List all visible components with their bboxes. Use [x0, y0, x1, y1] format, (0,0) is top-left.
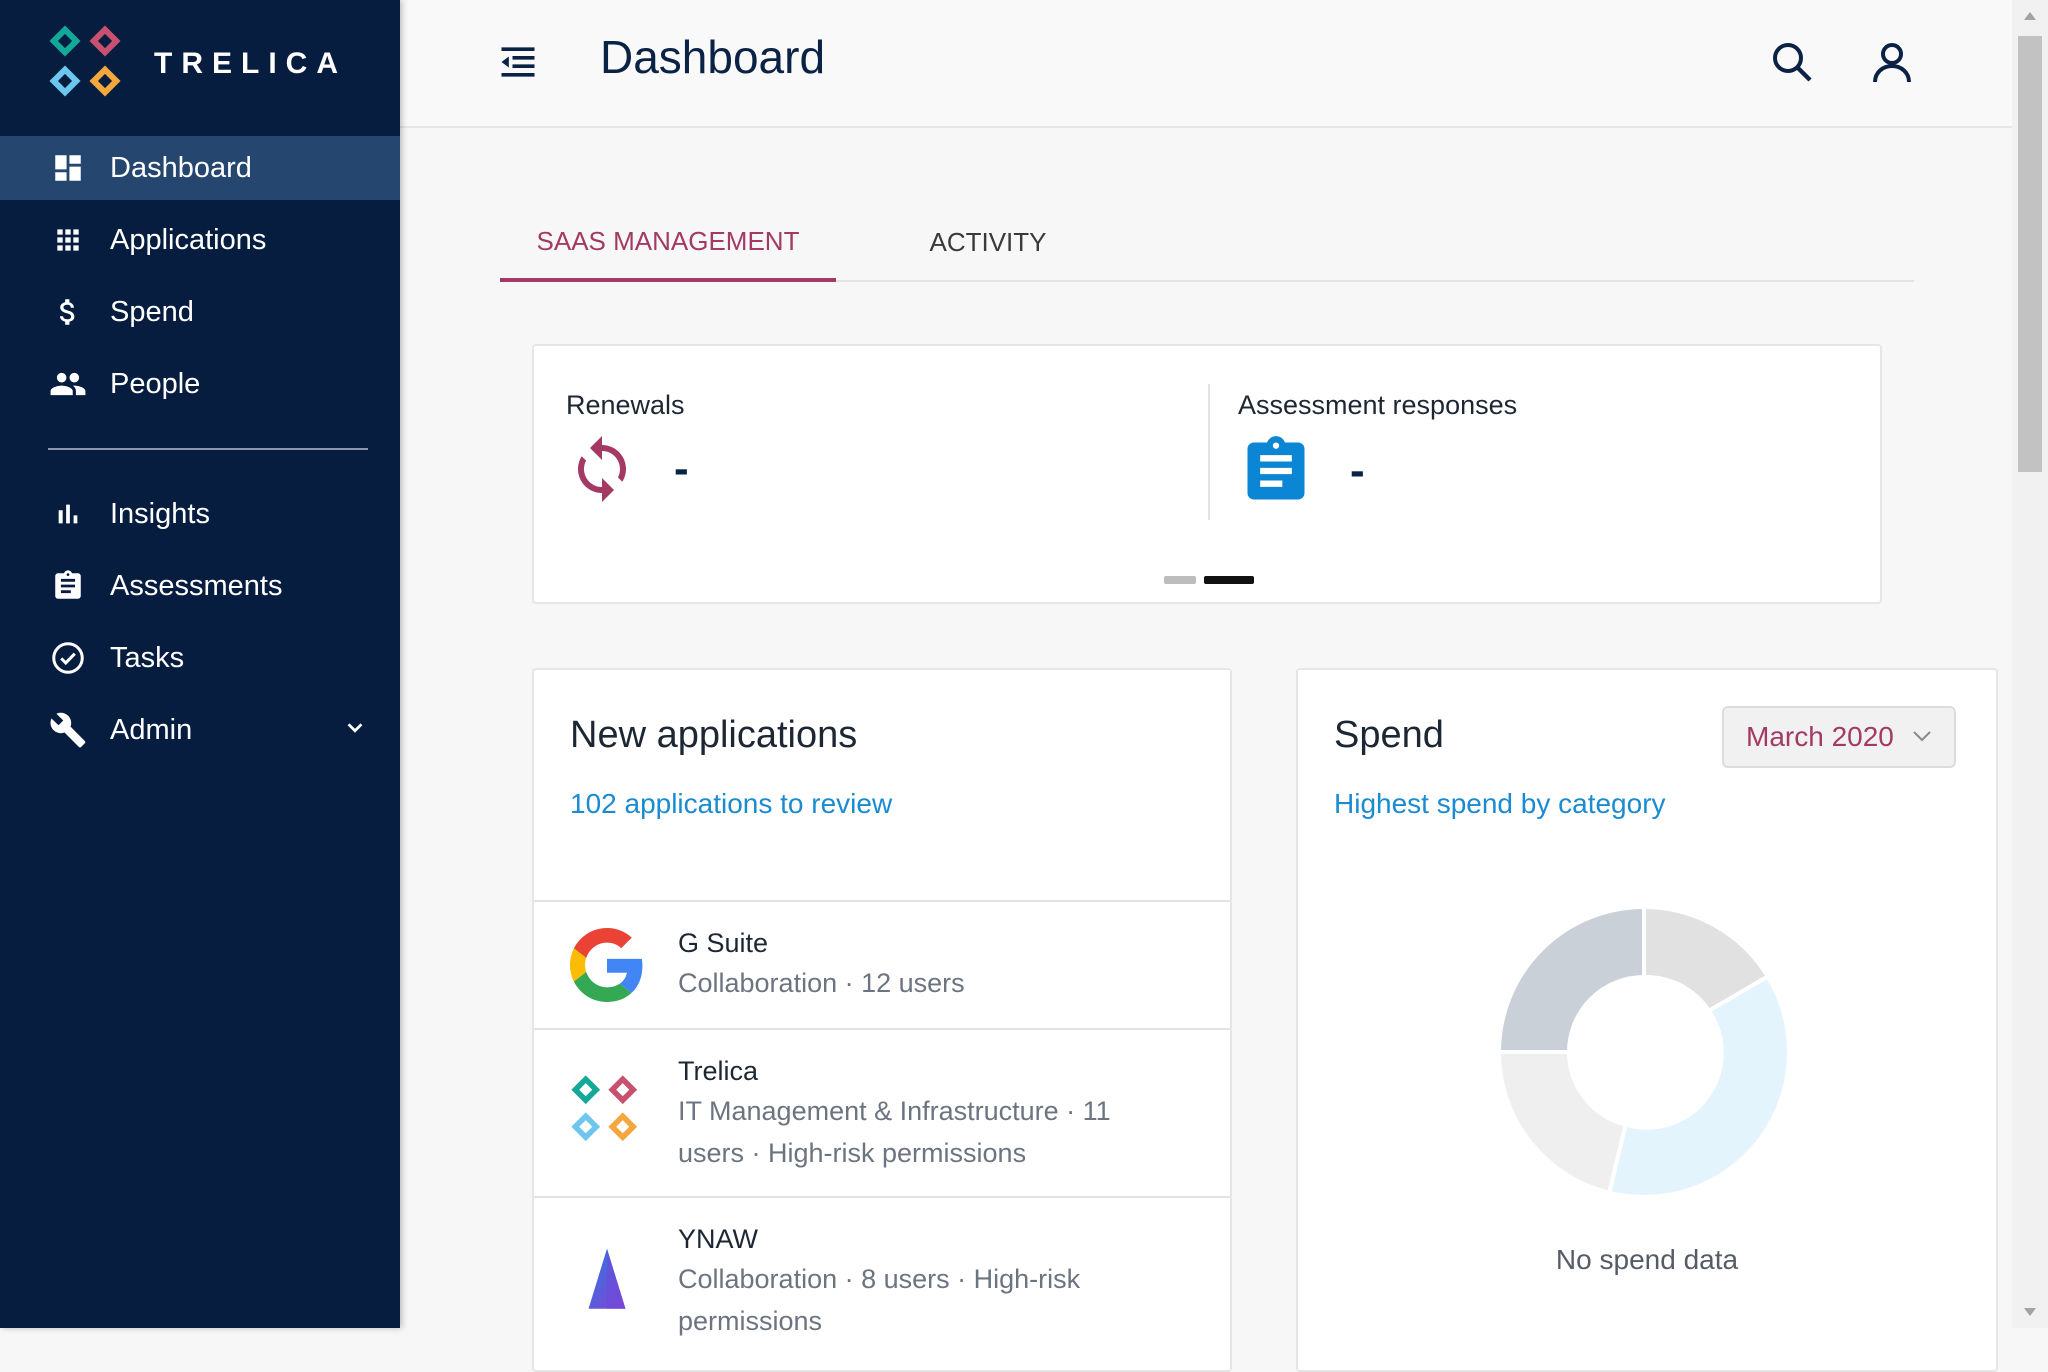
sidebar-item-label: Applications: [110, 223, 267, 256]
app-name: Trelica: [678, 1056, 759, 1086]
card-title: Spend: [1334, 714, 1444, 756]
review-applications-link[interactable]: 102 applications to review: [570, 788, 892, 820]
check-circle-icon: [48, 638, 88, 678]
card-title: New applications: [570, 714, 858, 756]
new-applications-card: New applications 102 applications to rev…: [532, 668, 1232, 1372]
sidebar-item-admin[interactable]: Admin: [0, 698, 400, 762]
assessment-responses-metric[interactable]: Assessment responses -: [1238, 390, 1517, 509]
scrollbar-thumb[interactable]: [2018, 36, 2042, 472]
tab-activity[interactable]: ACTIVITY: [876, 204, 1100, 280]
metric-title: Assessment responses: [1238, 390, 1518, 420]
trelica-logo-icon: [571, 1075, 638, 1142]
sidebar-item-label: Insights: [110, 497, 210, 530]
donut-segment: [1496, 1050, 1629, 1196]
highest-spend-link[interactable]: Highest spend by category: [1334, 788, 1666, 820]
carousel-dot-1[interactable]: [1164, 576, 1196, 584]
clipboard-icon: [48, 566, 88, 606]
list-item[interactable]: G Suite Collaboration · 12 users: [534, 900, 1230, 1030]
sidebar-item-label: Admin: [110, 713, 193, 746]
month-select[interactable]: March 2020: [1722, 706, 1956, 768]
bar-chart-icon: [48, 494, 88, 534]
people-icon: [48, 364, 88, 404]
renewals-metric[interactable]: Renewals -: [566, 390, 689, 505]
scroll-up-arrow-icon[interactable]: [2024, 12, 2036, 20]
ynaw-logo-icon: [588, 1248, 626, 1309]
spend-placeholder-donut: [1496, 904, 1792, 1199]
sidebar-divider: [48, 448, 368, 450]
sidebar-item-insights[interactable]: Insights: [0, 482, 400, 546]
app-description: Collaboration · 12 users: [678, 968, 965, 998]
sidebar-item-label: Assessments: [110, 569, 283, 602]
dashboard-icon: [48, 148, 88, 188]
page-title: Dashboard: [600, 31, 826, 83]
app-name: G Suite: [678, 928, 769, 958]
apps-grid-icon: [48, 220, 88, 260]
sidebar-item-label: Spend: [110, 295, 194, 328]
search-button[interactable]: [1768, 38, 1816, 86]
scroll-down-arrow-icon[interactable]: [2024, 1308, 2036, 1316]
menu-collapse-icon: [501, 47, 535, 77]
wrench-icon: [48, 710, 88, 750]
spend-card: Spend March 2020 Highest spend by catego…: [1296, 668, 1998, 1372]
app-description: IT Management & Infrastructure · 11 user…: [678, 1096, 1111, 1168]
sidebar-item-dashboard[interactable]: Dashboard: [0, 136, 400, 200]
dollar-icon: [48, 292, 88, 332]
metrics-carousel-card: Renewals - Assessment responses -: [532, 344, 1882, 604]
metric-title: Renewals: [566, 390, 685, 420]
app-name: YNAW: [678, 1224, 758, 1254]
no-spend-data-message: No spend data: [1555, 1244, 1739, 1275]
carousel-dot-2[interactable]: [1204, 576, 1254, 584]
metric-value: -: [674, 444, 689, 493]
chevron-down-icon: [1913, 731, 1931, 742]
google-logo-icon: [570, 928, 643, 1002]
brand-logo[interactable]: TRELICA: [48, 24, 347, 104]
search-icon: [1773, 43, 1812, 82]
tab-saas-management[interactable]: SAAS MANAGEMENT: [500, 204, 836, 282]
clipboard-icon: [1247, 436, 1305, 500]
sidebar-item-tasks[interactable]: Tasks: [0, 626, 400, 690]
sidebar-item-assessments[interactable]: Assessments: [0, 554, 400, 618]
page-scrollbar[interactable]: [2012, 0, 2048, 1328]
top-bar: Dashboard: [400, 0, 2012, 128]
sidebar-item-label: People: [110, 367, 201, 400]
refresh-icon: [578, 436, 626, 502]
chevron-down-icon[interactable]: [344, 714, 366, 747]
sidebar-item-label: Dashboard: [110, 151, 252, 184]
trelica-logo-icon: [49, 25, 121, 97]
user-icon: [1873, 43, 1911, 83]
list-item[interactable]: YNAW Collaboration · 8 users · High-risk…: [534, 1196, 1230, 1368]
donut-segment: [1606, 973, 1792, 1199]
donut-segment: [1496, 904, 1646, 1054]
menu-collapse-button[interactable]: [496, 40, 540, 84]
dashboard-tabs: SAAS MANAGEMENT ACTIVITY: [500, 204, 1914, 282]
selected-month: March 2020: [1746, 721, 1894, 752]
account-button[interactable]: [1868, 38, 1916, 86]
sidebar-item-label: Tasks: [110, 641, 185, 674]
sidebar: TRELICA Dashboard Applications Spend Peo…: [0, 0, 400, 1328]
app-description: Collaboration · 8 users · High-risk perm…: [678, 1264, 1081, 1336]
sidebar-item-applications[interactable]: Applications: [0, 208, 400, 272]
sidebar-item-spend[interactable]: Spend: [0, 280, 400, 344]
brand-name: TRELICA: [154, 47, 347, 80]
sidebar-item-people[interactable]: People: [0, 352, 400, 416]
metric-divider: [1208, 384, 1210, 520]
metric-value: -: [1350, 446, 1365, 495]
list-item[interactable]: Trelica IT Management & Infrastructure ·…: [534, 1028, 1230, 1198]
